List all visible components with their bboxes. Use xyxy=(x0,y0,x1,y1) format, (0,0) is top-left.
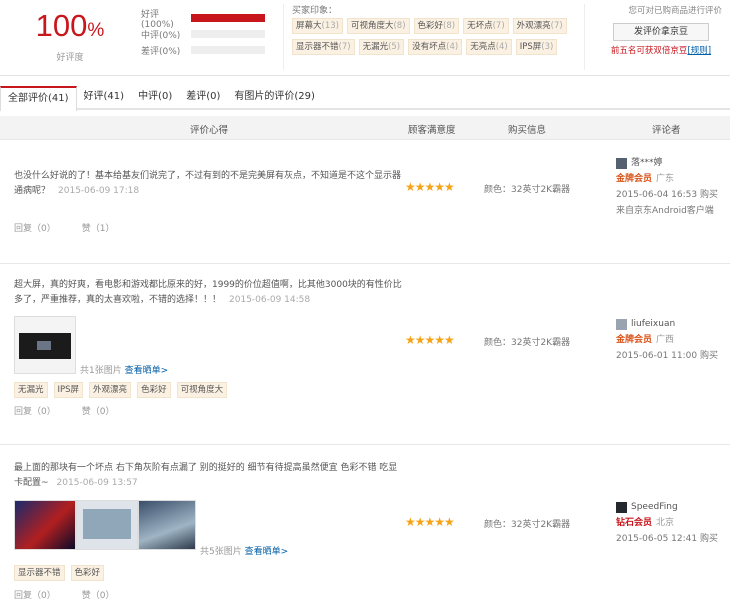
tab-all[interactable]: 全部评价(41) xyxy=(0,86,77,111)
reply-button[interactable]: 回复（0） xyxy=(14,224,56,234)
review-tags: 显示器不错 色彩好 xyxy=(14,565,110,586)
review-tag: 色彩好 xyxy=(70,565,105,581)
review-text: 最上面的那块有一个坏点 右下角灰阶有点漏了 别的挺好的 细节有待提高虽然便宜 色… xyxy=(14,463,398,488)
review-tag: 外观漂亮 xyxy=(89,382,132,398)
review-item: 最上面的那块有一个坏点 右下角灰阶有点漏了 别的挺好的 细节有待提高虽然便宜 色… xyxy=(0,445,730,606)
column-header: 评价心得 顾客满意度 购买信息 评论者 xyxy=(0,116,730,140)
tab-negative[interactable]: 差评(0) xyxy=(179,86,227,110)
review-tag: 无漏光 xyxy=(14,382,48,398)
member-level: 钻石会员 xyxy=(616,518,653,528)
avatar[interactable] xyxy=(616,157,627,169)
bonus-note: 前五名可获双倍京豆[规则] xyxy=(610,46,712,56)
review-tip: 您可对已购商品进行评价 xyxy=(628,6,722,16)
rating-summary: 100% 好评度 好评(100%) 中评(0%) 差评(0%) 买家印象： 屏幕… xyxy=(0,0,730,76)
tab-with-images[interactable]: 有图片的评价(29) xyxy=(227,86,322,110)
reviewer-name[interactable]: SpeedFing xyxy=(631,499,678,515)
client-source: 来自京东Android客户端 xyxy=(616,206,714,216)
star-rating: ★★★★★ xyxy=(405,515,455,529)
member-level: 金牌会员 xyxy=(616,174,653,184)
review-actions: 回复（0） 赞（1） xyxy=(14,221,140,234)
review-actions: 回复（0） 赞（0） xyxy=(14,404,140,417)
region: 北京 xyxy=(656,518,675,528)
photo-summary: 共1张图片 查看晒单> xyxy=(80,366,169,376)
review-tag: 显示器不错 xyxy=(14,565,65,581)
col-reviewer: 评论者 xyxy=(652,125,681,136)
bar-negative: 差评(0%) xyxy=(141,42,265,58)
view-photos-link[interactable]: 查看晒单> xyxy=(245,547,289,557)
purchase-date: 2015-06-04 16:53 购买 xyxy=(616,190,718,200)
review-actions: 回复（0） 赞（0） xyxy=(14,588,140,601)
review-tag: 可视角度大 xyxy=(176,382,228,398)
region: 广东 xyxy=(656,174,675,184)
impression-tag[interactable]: 无亮点(4) xyxy=(466,39,512,55)
view-photos-link[interactable]: 查看晒单> xyxy=(125,366,169,376)
impression-tag[interactable]: 色彩好(8) xyxy=(413,18,460,34)
impression-tag[interactable]: 显示器不错(7) xyxy=(292,39,355,55)
reply-button[interactable]: 回复（0） xyxy=(14,407,56,417)
bar-positive-fill xyxy=(191,14,265,22)
impression-tag[interactable]: IPS屏(3) xyxy=(515,39,558,55)
buyer-impressions: 买家印象： 屏幕大(13) 可视角度大(8) 色彩好(8) 无坏点(7) 外观漂… xyxy=(283,4,585,70)
tab-neutral[interactable]: 中评(0) xyxy=(131,86,179,110)
review-item: 超大屏，真的好爽，看电影和游戏都比原来的好，1999的价位超值啊，比其他3000… xyxy=(0,264,730,445)
impressions-title: 买家印象： xyxy=(292,6,338,16)
review-text: 超大屏，真的好爽，看电影和游戏都比原来的好，1999的价位超值啊，比其他3000… xyxy=(14,280,402,305)
review-photo[interactable] xyxy=(138,500,196,550)
review-photo[interactable] xyxy=(14,316,76,374)
avatar[interactable] xyxy=(616,318,627,330)
reviewer-info: SpeedFing 钻石会员 北京 2015-06-05 12:41 购买 xyxy=(616,499,726,547)
member-level: 金牌会员 xyxy=(616,335,653,345)
bar-neutral: 中评(0%) xyxy=(141,26,265,42)
col-purchase: 购买信息 xyxy=(508,125,547,136)
reviewer-info: 落***婷 金牌会员 广东 2015-06-04 16:53 购买 来自京东And… xyxy=(616,155,726,219)
star-rating: ★★★★★ xyxy=(405,180,455,194)
purchase-date: 2015-06-05 12:41 购买 xyxy=(616,534,718,544)
purchase-date: 2015-06-01 11:00 购买 xyxy=(616,351,718,361)
review-tag: 色彩好 xyxy=(137,382,171,398)
region: 广西 xyxy=(656,335,675,345)
col-satisfaction: 顾客满意度 xyxy=(408,125,456,136)
reply-button[interactable]: 回复（0） xyxy=(14,591,56,601)
rating-bars: 好评(100%) 中评(0%) 差评(0%) xyxy=(141,10,265,58)
review-date: 2015-06-09 13:57 xyxy=(56,478,138,488)
review-date: 2015-06-09 17:18 xyxy=(58,186,140,196)
impression-tag[interactable]: 无漏光(5) xyxy=(358,39,405,55)
like-button[interactable]: 赞（1） xyxy=(82,224,115,234)
like-button[interactable]: 赞（0） xyxy=(82,591,115,601)
impression-tag[interactable]: 没有坏点(4) xyxy=(408,39,463,55)
purchase-spec: 颜色：32英寸2K霸器 xyxy=(484,338,571,348)
review-tabs: 全部评价(41) 好评(41) 中评(0) 差评(0) 有图片的评价(29) xyxy=(0,86,730,111)
review-tags: 无漏光 IPS屏 外观漂亮 色彩好 可视角度大 xyxy=(14,382,233,403)
reviewer-info: liufeixuan 金牌会员 广西 2015-06-01 11:00 购买 xyxy=(616,316,726,364)
reviewer-name[interactable]: 落***婷 xyxy=(631,155,663,171)
star-rating: ★★★★★ xyxy=(405,333,455,347)
review-action: 您可对已购商品进行评价 发评价拿京豆 前五名可获双倍京豆[规则] xyxy=(596,4,726,56)
review-item: 也没什么好说的了！基本给基友们说完了，不过有到的不是完美屏有灰点，不知道是不这个… xyxy=(0,141,730,264)
impression-tag[interactable]: 外观漂亮(7) xyxy=(512,18,567,34)
reviewer-name[interactable]: liufeixuan xyxy=(631,316,675,332)
review-text: 也没什么好说的了！基本给基友们说完了，不过有到的不是完美屏有灰点，不知道是不这个… xyxy=(14,171,402,196)
write-review-button[interactable]: 发评价拿京豆 xyxy=(613,23,709,41)
positive-rate-label: 好评度 xyxy=(56,53,84,63)
review-date: 2015-06-09 14:58 xyxy=(229,295,311,305)
review-tag: IPS屏 xyxy=(53,382,84,398)
like-button[interactable]: 赞（0） xyxy=(82,407,115,417)
avatar[interactable] xyxy=(616,501,627,513)
purchase-spec: 颜色：32英寸2K霸器 xyxy=(484,185,571,195)
rules-link[interactable]: [规则] xyxy=(687,46,711,56)
impression-tag[interactable]: 无坏点(7) xyxy=(463,18,509,34)
bar-positive: 好评(100%) xyxy=(141,10,265,30)
positive-rate-box: 100% 好评度 xyxy=(20,8,120,63)
col-comment: 评价心得 xyxy=(190,125,229,136)
impression-tag[interactable]: 可视角度大(8) xyxy=(346,18,410,34)
review-photo[interactable] xyxy=(76,500,138,550)
impression-tag[interactable]: 屏幕大(13) xyxy=(292,18,343,34)
photo-summary: 共5张图片 查看晒单> xyxy=(200,547,289,557)
tab-positive[interactable]: 好评(41) xyxy=(77,86,132,110)
review-photo[interactable] xyxy=(14,500,76,550)
purchase-spec: 颜色：32英寸2K霸器 xyxy=(484,520,571,530)
positive-rate: 100% xyxy=(35,8,105,43)
